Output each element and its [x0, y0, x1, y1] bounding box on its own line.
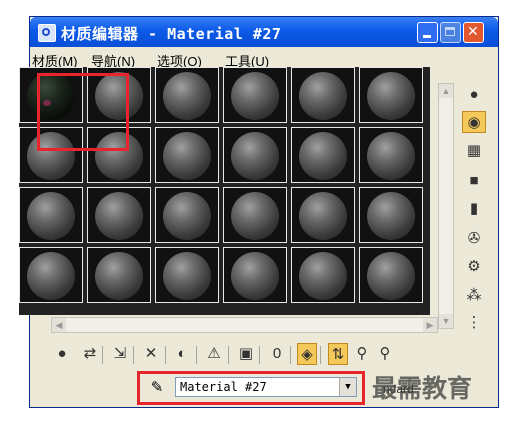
watermark-text: 最需教育 [372, 374, 473, 403]
sample-slot[interactable] [359, 127, 423, 183]
sample-slot[interactable] [223, 247, 287, 303]
sample-slot[interactable] [155, 67, 219, 123]
sample-slot[interactable] [155, 127, 219, 183]
background-checker-icon[interactable]: ▦ [462, 140, 486, 162]
horizontal-scrollbar[interactable]: ◀ ▶ [51, 317, 438, 333]
sample-slot[interactable] [87, 247, 151, 303]
sample-slot[interactable] [359, 187, 423, 243]
maximize-button[interactable] [440, 22, 461, 43]
scroll-up-arrow-icon[interactable]: ▲ [439, 84, 453, 98]
toolbar-separator [228, 346, 229, 364]
sample-uv-tiling-icon[interactable]: ■ [462, 170, 486, 192]
toolbar-separator [290, 346, 291, 364]
toolbar-separator [196, 346, 197, 364]
material-id-channel-icon[interactable]: 0 [267, 343, 287, 365]
material-editor-app-icon [38, 24, 56, 42]
sample-slot[interactable] [359, 247, 423, 303]
active-slot-highlight [37, 73, 129, 151]
toolbar-separator [133, 346, 134, 364]
sample-slot[interactable] [19, 247, 83, 303]
sample-slot[interactable] [155, 247, 219, 303]
sample-slot[interactable] [291, 67, 355, 123]
vertical-scrollbar[interactable]: ▲ ▼ [438, 83, 454, 329]
sample-slot[interactable] [291, 247, 355, 303]
assign-to-selection-icon[interactable]: ⇲ [110, 343, 130, 365]
put-material-to-scene-icon[interactable]: ⇄ [80, 343, 100, 365]
select-by-material-icon[interactable]: ⁂ [462, 285, 486, 307]
backlight-icon[interactable]: ◉ [462, 111, 486, 133]
sample-slot[interactable] [291, 187, 355, 243]
window-title: 材质编辑器 - Material #27 [61, 25, 282, 43]
scroll-left-arrow-icon[interactable]: ◀ [52, 318, 66, 332]
show-end-result-icon[interactable]: ⇅ [328, 343, 348, 365]
options-icon[interactable]: ⚙ [462, 256, 486, 278]
show-map-in-viewport-icon[interactable]: ◈ [297, 343, 317, 365]
sample-slot[interactable] [223, 67, 287, 123]
scroll-right-arrow-icon[interactable]: ▶ [423, 318, 437, 332]
make-preview-icon[interactable]: ✇ [462, 228, 486, 250]
put-to-library-icon[interactable]: ▣ [236, 343, 256, 365]
toolbar-separator [259, 346, 260, 364]
sample-slot[interactable] [359, 67, 423, 123]
sample-slot[interactable] [223, 187, 287, 243]
sample-slot[interactable] [19, 187, 83, 243]
sample-slot[interactable] [155, 187, 219, 243]
sample-slot[interactable] [87, 187, 151, 243]
close-button[interactable] [463, 22, 484, 43]
sample-slot[interactable] [223, 127, 287, 183]
material-name-highlight [137, 371, 365, 405]
make-unique-icon[interactable]: ⚠ [204, 343, 224, 365]
toolbar-separator [320, 346, 321, 364]
title-bar[interactable]: 材质编辑器 - Material #27 [30, 17, 498, 47]
material-map-navigator-icon[interactable]: ⋮ [462, 312, 486, 334]
reset-map-icon[interactable]: ✕ [141, 343, 161, 365]
toolbar-separator [165, 346, 166, 364]
sample-slot[interactable] [291, 127, 355, 183]
go-to-parent-icon[interactable]: ⚲ [352, 343, 372, 365]
get-material-icon[interactable]: ● [52, 343, 72, 365]
go-forward-to-sibling-icon[interactable]: ⚲ [375, 343, 395, 365]
minimize-button[interactable] [417, 22, 438, 43]
toolbar-separator [102, 346, 103, 364]
make-copy-icon[interactable]: ◐ [172, 343, 192, 365]
sample-type-sphere-icon[interactable]: ● [462, 84, 486, 106]
scroll-down-arrow-icon[interactable]: ▼ [439, 314, 453, 328]
video-color-check-icon[interactable]: ▮ [462, 198, 486, 220]
